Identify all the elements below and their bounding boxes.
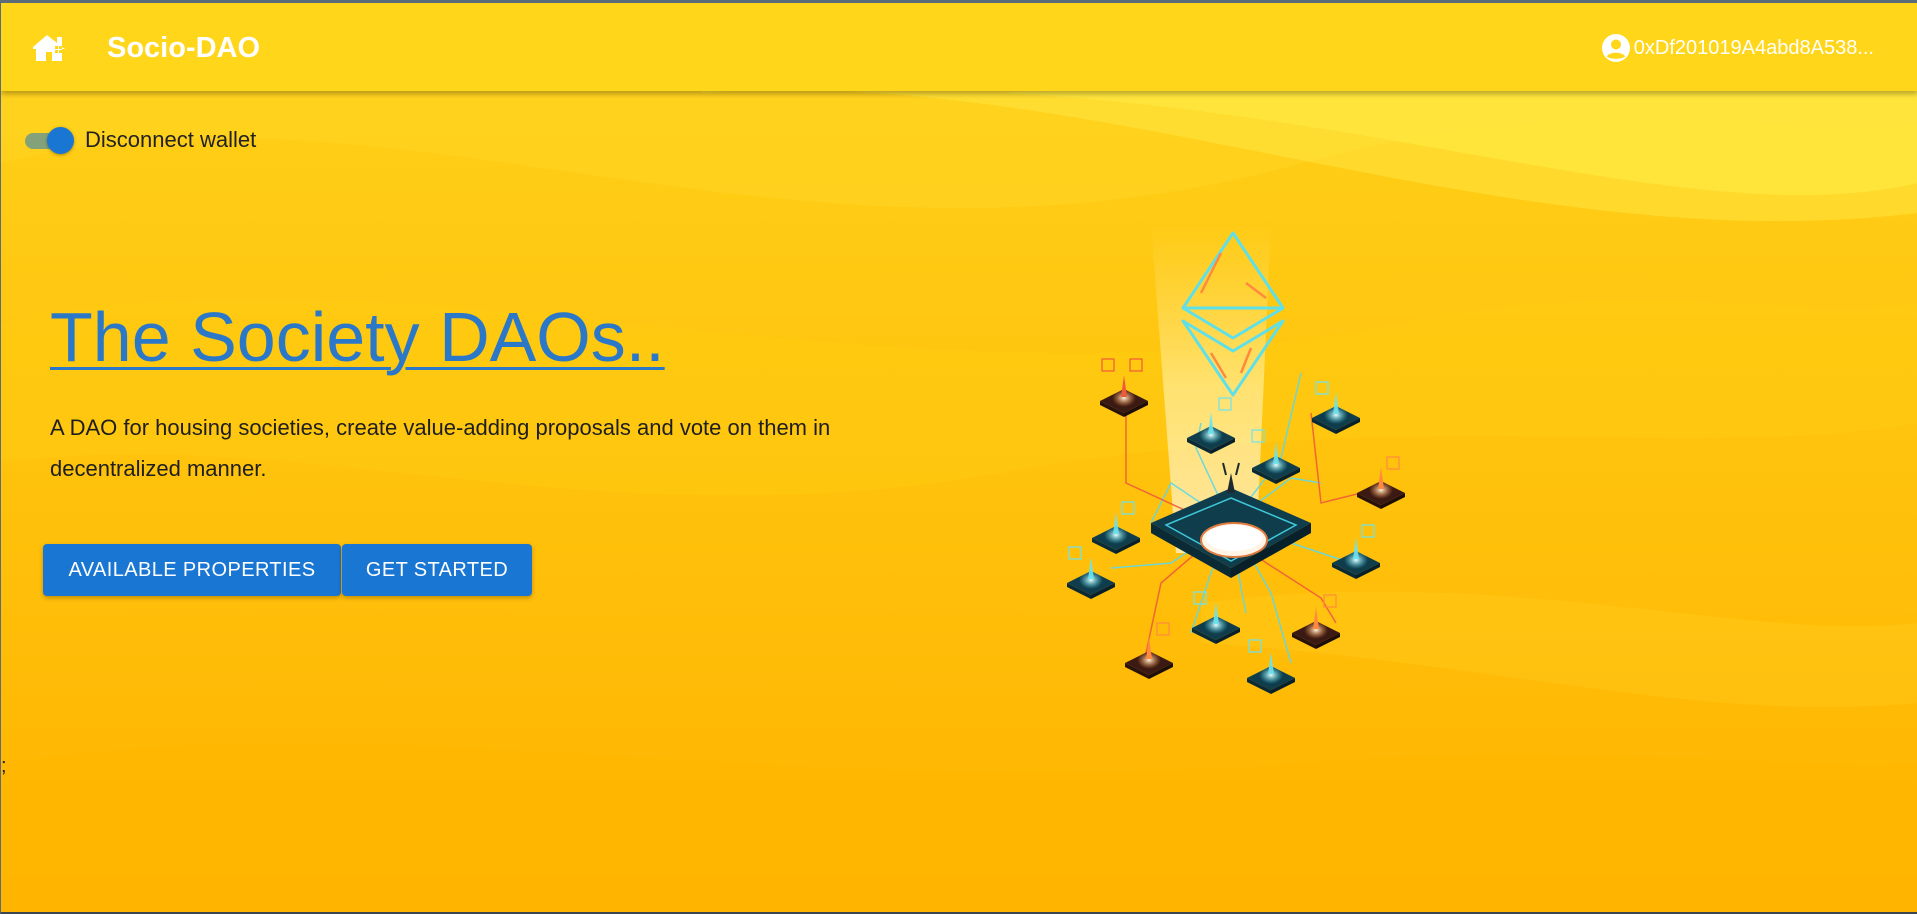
account-button[interactable]: 0xDf201019A4abd8A538... xyxy=(1601,33,1874,63)
stray-text: ; xyxy=(1,755,7,777)
available-properties-button[interactable]: AVAILABLE PROPERTIES xyxy=(43,544,341,596)
hero-title-link[interactable]: The Society DAOs.. xyxy=(50,295,665,379)
home-button[interactable] xyxy=(31,31,67,63)
switch-thumb[interactable] xyxy=(47,127,74,154)
get-started-button[interactable]: GET STARTED xyxy=(342,544,532,596)
brand-title: Socio-DAO xyxy=(107,32,261,64)
app-bar: Socio-DAO 0xDf201019A4abd8A538... xyxy=(1,3,1917,91)
disconnect-wallet-toggle[interactable]: Disconnect wallet xyxy=(23,126,256,154)
toggle-switch[interactable] xyxy=(23,126,75,154)
page: Socio-DAO 0xDf201019A4abd8A538... Discon… xyxy=(0,0,1917,914)
ethereum-network-illustration xyxy=(1067,223,1405,694)
hero-description: A DAO for housing societies, create valu… xyxy=(50,415,831,481)
home-icon xyxy=(33,35,65,61)
account-address: 0xDf201019A4abd8A538... xyxy=(1633,37,1874,59)
toggle-label: Disconnect wallet xyxy=(85,127,257,152)
account-circle-icon xyxy=(1601,34,1630,62)
